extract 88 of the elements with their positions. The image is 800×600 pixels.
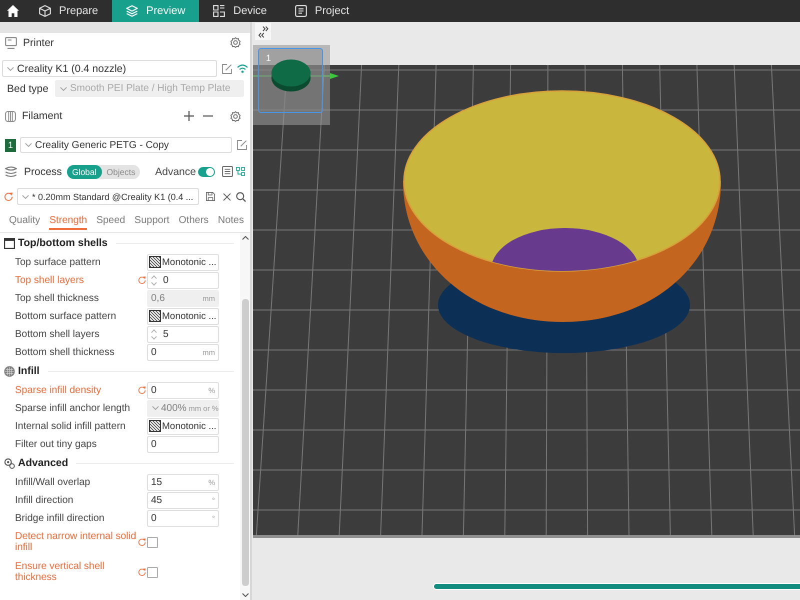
wifi-icon[interactable]	[237, 64, 248, 73]
house-icon	[6, 5, 18, 17]
section-title: Filament	[22, 110, 64, 122]
section-title: Printer	[23, 36, 55, 48]
pattern-dropdown[interactable]: Monotonic ...	[147, 308, 219, 324]
setting-label: Bridge infill direction	[15, 512, 106, 524]
stepper-icon[interactable]	[151, 328, 157, 340]
tab[interactable]: Prepare	[25, 0, 112, 22]
section-title: Top/bottom shells	[18, 237, 108, 249]
checkbox[interactable]	[147, 536, 158, 548]
spool-icon	[5, 110, 16, 122]
settings-icon[interactable]	[230, 37, 241, 48]
gears-icon	[4, 458, 15, 468]
setting-label: Ensure vertical shell thickness	[15, 561, 106, 583]
reset-icon[interactable]	[138, 276, 146, 284]
section-title: Advanced	[18, 457, 68, 469]
number-field[interactable]: 5	[147, 326, 219, 342]
plus-icon[interactable]	[184, 111, 194, 121]
caret-icon	[22, 194, 29, 198]
setting-label: Infill/Wall overlap	[15, 476, 92, 488]
process-dropdown[interactable]: * 0.20mm Standard @Creality K1 (0.4 ...	[17, 188, 199, 205]
setting-label: Sparse infill density	[15, 384, 102, 396]
settings-icon[interactable]	[230, 110, 241, 122]
toggle-switch[interactable]	[198, 166, 215, 176]
caret-icon	[25, 143, 32, 147]
pattern-dropdown[interactable]: Monotonic ...	[147, 418, 219, 434]
disc-icon	[271, 59, 312, 92]
scrollbar-thumb[interactable]	[242, 299, 248, 586]
minus-icon[interactable]	[203, 115, 213, 117]
shell-icon	[4, 238, 15, 248]
collapse-button[interactable]	[255, 23, 271, 40]
caret-up-icon[interactable]	[242, 236, 248, 240]
device-icon	[213, 5, 226, 17]
setting-label: Top surface pattern	[15, 256, 102, 268]
tree-icon[interactable]	[236, 167, 245, 176]
reset-icon[interactable]	[138, 568, 146, 576]
tab[interactable]: Others	[178, 212, 209, 230]
setting-label: Top shell layers	[15, 274, 85, 286]
double-chevron-icon	[257, 26, 269, 38]
stepper-icon[interactable]	[151, 274, 157, 286]
setting-label: Sparse infill anchor length	[15, 402, 132, 414]
setting-label: Detect narrow internal solid infill	[15, 531, 137, 553]
pattern-dropdown[interactable]: Monotonic ...	[147, 254, 219, 270]
tab[interactable]: Notes	[218, 212, 244, 230]
reset-icon[interactable]	[138, 386, 146, 394]
caret-icon	[60, 86, 67, 90]
edit-icon[interactable]	[222, 64, 232, 74]
caret-down-icon[interactable]	[242, 593, 248, 597]
layers-icon	[126, 5, 138, 17]
setting-label: Internal solid infill pattern	[15, 420, 127, 432]
close-icon[interactable]	[223, 192, 231, 200]
caret-icon	[152, 406, 159, 410]
reset-icon[interactable]	[138, 538, 146, 546]
setting-label: Filter out tiny gaps	[15, 438, 98, 450]
search-icon[interactable]	[236, 192, 246, 202]
setting-label: Top shell thickness	[15, 292, 100, 304]
setting-label: Bottom surface pattern	[15, 310, 118, 322]
setting-label: Bottom shell thickness	[15, 346, 116, 358]
stack-icon	[5, 166, 17, 178]
checkbox[interactable]	[147, 566, 158, 578]
section-title: Infill	[18, 365, 40, 377]
number-field[interactable]: 0	[147, 272, 219, 288]
printer-dropdown[interactable]: Creality K1 (0.4 nozzle)	[2, 60, 217, 77]
edit-icon[interactable]	[237, 140, 247, 150]
section-title: Process	[24, 166, 62, 178]
reset-icon[interactable]	[4, 192, 13, 201]
setting-label: Bottom shell layers	[15, 328, 100, 340]
setting-label: Infill direction	[15, 494, 74, 506]
document-icon	[294, 5, 307, 17]
printer-icon	[5, 36, 17, 48]
hatch-icon	[149, 420, 161, 432]
field-label: Bed type	[6, 82, 50, 94]
tab[interactable]: Project	[280, 0, 364, 22]
tab[interactable]: Speed	[96, 212, 126, 230]
caret-icon	[7, 66, 14, 70]
tab[interactable]: Support	[134, 212, 170, 230]
filament-slot-badge[interactable]: 1	[5, 138, 16, 152]
number-field[interactable]: 0	[147, 436, 219, 452]
toggle-label: Advance	[155, 166, 196, 178]
save-icon[interactable]	[206, 192, 215, 201]
tab[interactable]: Quality	[9, 212, 40, 230]
hatch-icon	[149, 256, 161, 268]
hatched-circle-icon	[4, 366, 15, 376]
cube-icon	[39, 5, 51, 17]
list-icon[interactable]	[222, 166, 233, 177]
tab[interactable]: Device	[199, 0, 281, 22]
filament-dropdown[interactable]: Creality Generic PETG - Copy	[20, 137, 232, 153]
hatch-icon	[149, 310, 161, 322]
